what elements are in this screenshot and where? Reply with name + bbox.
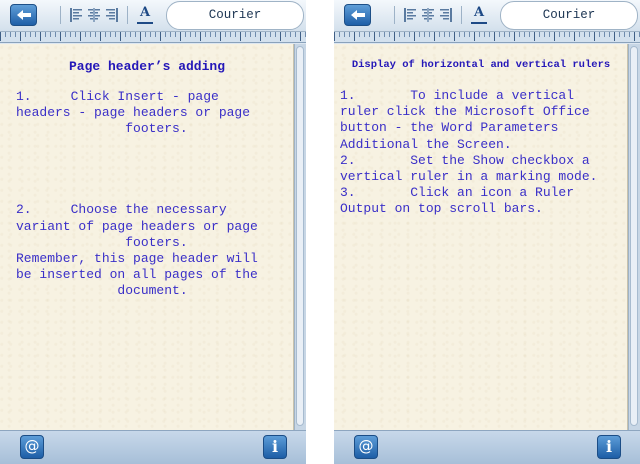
- page-title: Page header’s adding: [68, 59, 226, 74]
- vertical-scroll-thumb[interactable]: [630, 46, 638, 426]
- vertical-scroll-thumb[interactable]: [296, 46, 304, 426]
- toolbar-separator: [461, 6, 462, 24]
- screen-rulers: A Courier Display of horizontal and vert…: [334, 0, 640, 464]
- font-style-icon[interactable]: A: [137, 6, 153, 24]
- toolbar-separator: [127, 6, 128, 24]
- back-arrow-icon: [351, 10, 365, 20]
- align-left-icon[interactable]: [70, 8, 82, 22]
- page-title: Display of horizontal and vertical ruler…: [351, 59, 611, 71]
- back-button[interactable]: [10, 4, 37, 26]
- info-button[interactable]: i: [597, 435, 621, 459]
- horizontal-ruler[interactable]: [334, 32, 640, 43]
- horizontal-ruler[interactable]: [0, 32, 306, 43]
- email-button[interactable]: @: [20, 435, 44, 459]
- vertical-ruler[interactable]: [294, 44, 306, 430]
- bottom-toolbar: @ i: [334, 430, 640, 464]
- document-text: 1. Click Insert - page headers - page he…: [16, 89, 258, 299]
- bottom-toolbar: @ i: [0, 430, 306, 464]
- toolbar: A Courier: [0, 0, 306, 32]
- font-name-field[interactable]: Courier: [500, 1, 638, 30]
- email-button[interactable]: @: [354, 435, 378, 459]
- screen-page-headers: A Courier Page header’s adding 1. Click …: [0, 0, 306, 464]
- align-center-icon[interactable]: [88, 8, 100, 22]
- toolbar: A Courier: [334, 0, 640, 32]
- align-right-icon[interactable]: [106, 8, 118, 22]
- back-arrow-icon: [17, 10, 31, 20]
- document-page[interactable]: Page header’s adding 1. Click Insert - p…: [0, 44, 294, 430]
- align-left-icon[interactable]: [404, 8, 416, 22]
- toolbar-separator: [60, 6, 61, 24]
- toolbar-separator: [394, 6, 395, 24]
- document-page[interactable]: Display of horizontal and vertical ruler…: [334, 44, 628, 430]
- document-text: 1. To include a vertical ruler click the…: [340, 88, 598, 217]
- info-button[interactable]: i: [263, 435, 287, 459]
- align-right-icon[interactable]: [440, 8, 452, 22]
- back-button[interactable]: [344, 4, 371, 26]
- align-center-icon[interactable]: [422, 8, 434, 22]
- font-name-field[interactable]: Courier: [166, 1, 304, 30]
- font-style-icon[interactable]: A: [471, 6, 487, 24]
- vertical-ruler[interactable]: [628, 44, 640, 430]
